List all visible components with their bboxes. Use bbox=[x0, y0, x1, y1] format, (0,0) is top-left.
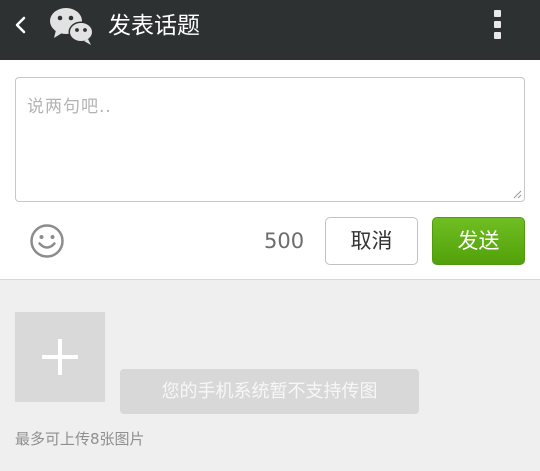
input-placeholder: 说两句吧.. bbox=[27, 97, 112, 117]
remaining-char-count: 500 bbox=[264, 229, 305, 253]
add-image-button[interactable] bbox=[15, 312, 105, 402]
smiley-icon bbox=[30, 224, 64, 258]
topic-text-input[interactable]: 说两句吧.. bbox=[15, 77, 525, 202]
more-vertical-icon bbox=[486, 10, 508, 39]
resize-handle-icon[interactable] bbox=[512, 189, 522, 199]
plus-icon bbox=[42, 339, 78, 375]
unsupported-upload-notice: 您的手机系统暂不支持传图 bbox=[120, 369, 419, 414]
back-button[interactable] bbox=[8, 8, 34, 42]
header-bar: 发表话题 bbox=[0, 0, 540, 60]
composer-panel: 说两句吧.. 500 取消 发送 bbox=[0, 60, 540, 280]
image-limit-hint: 最多可上传8张图片 bbox=[15, 430, 145, 448]
send-button[interactable]: 发送 bbox=[432, 217, 525, 265]
chevron-left-icon bbox=[15, 16, 26, 34]
wechat-logo-icon bbox=[48, 6, 96, 46]
emoji-button[interactable] bbox=[29, 223, 65, 259]
page-title: 发表话题 bbox=[108, 13, 200, 39]
more-menu-button[interactable] bbox=[486, 10, 508, 42]
cancel-button[interactable]: 取消 bbox=[325, 217, 418, 265]
